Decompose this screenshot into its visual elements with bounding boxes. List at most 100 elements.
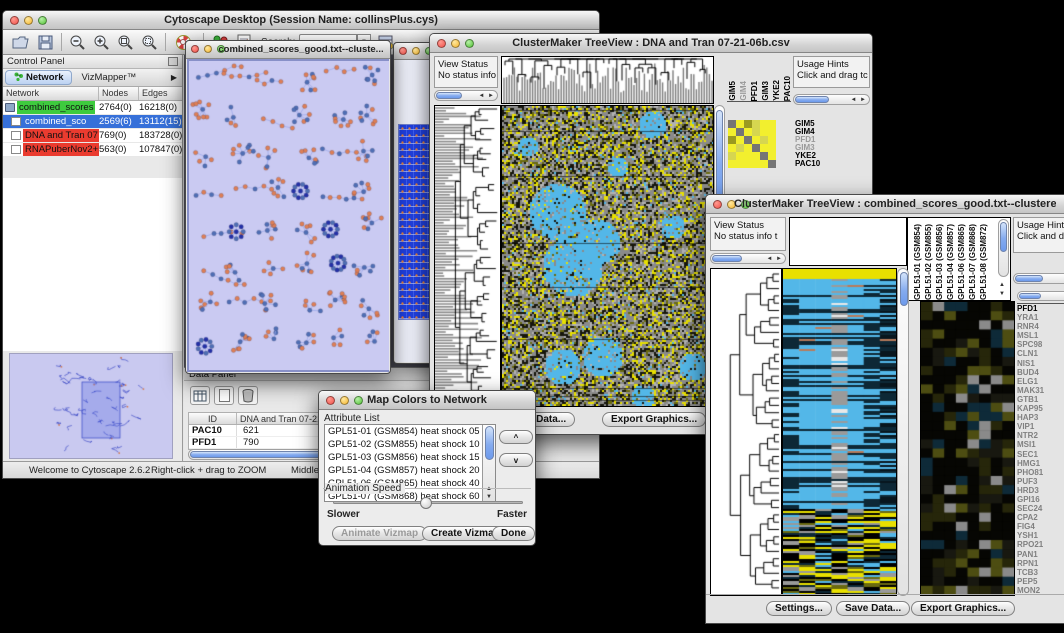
tv2-gene-label: GTB1	[1017, 395, 1064, 404]
tv2-column-label: GPL51-01 (GSM854)	[914, 224, 922, 300]
select-attributes-icon[interactable]	[190, 386, 210, 405]
matrix-cell	[728, 136, 736, 144]
animate-vizmap-button[interactable]: Animate Vizmap	[332, 526, 427, 541]
file-icon	[11, 117, 21, 126]
network-row[interactable]: RNAPuberNov2+|563(0)107847(0)	[3, 143, 182, 157]
tv2-column-dendrogram[interactable]	[789, 217, 907, 266]
tv2-heatmap-vscrollbar[interactable]	[897, 268, 909, 596]
tab-vizmapper[interactable]: VizMapper™	[72, 72, 145, 83]
close-icon[interactable]	[399, 47, 407, 55]
save-icon[interactable]	[35, 33, 55, 51]
map-dialog-title: Map Colors to Network	[319, 394, 535, 406]
matrix-cell	[736, 128, 744, 136]
tv2-gene-list: PFD1YRA1RNR4MSL1SPC98CLN1NIS1BUD4ELG1MAK…	[1017, 303, 1064, 596]
desktop: Cytoscape Desktop (Session Name: collins…	[0, 0, 1064, 633]
matrix-cell	[744, 152, 752, 160]
tv2-gene-label: PEP5	[1017, 577, 1064, 586]
delete-attribute-icon[interactable]	[238, 386, 258, 405]
attribute-list-scrollbar[interactable]: ▲ ▼	[482, 425, 495, 501]
network-overview-panel[interactable]	[9, 353, 173, 459]
tv2-zoom-heatmap[interactable]	[920, 301, 1015, 596]
animation-speed-slider[interactable]	[333, 501, 523, 504]
tv2-gene-label: YRA1	[1017, 313, 1064, 322]
tv2-heatmap[interactable]	[782, 268, 897, 596]
tab-network[interactable]: Network	[5, 70, 72, 85]
tv2-genelist-hscrollbar[interactable]	[1017, 291, 1064, 301]
tv1-export-graphics-button[interactable]: Export Graphics...	[602, 412, 706, 427]
minimize-icon[interactable]	[412, 47, 420, 55]
status-hint-zoom: Right-click + drag to ZOOM	[151, 465, 266, 476]
network-tab-icon	[14, 72, 23, 84]
tv1-usage-scrollbar[interactable]: ◄ ►	[793, 94, 870, 105]
matrix-cell	[728, 128, 736, 136]
tv2-gene-label: RPN1	[1017, 559, 1064, 568]
file-icon	[11, 145, 21, 154]
tv2-save-data-button[interactable]: Save Data...	[836, 601, 910, 616]
zoom-out-icon[interactable]	[67, 33, 87, 51]
attribute-list-item[interactable]: GPL51-03 (GSM856) heat shock 15 min	[325, 451, 482, 464]
matrix-cell	[760, 136, 768, 144]
tv1-usage-hints: Usage Hints Click and drag tc	[793, 56, 870, 88]
tv1-status-scrollbar[interactable]: ◄ ►	[434, 90, 498, 101]
tv1-heatmap[interactable]	[501, 105, 714, 407]
tv2-settings-button[interactable]: Settings...	[766, 601, 832, 616]
treeview1-title: ClusterMaker TreeView : DNA and Tran 07-…	[430, 37, 872, 49]
zoom-in-icon[interactable]	[91, 33, 111, 51]
tv2-column-label: GPL51-08 (GSM872)	[980, 224, 988, 300]
move-up-button[interactable]: ^	[499, 430, 533, 444]
float-panel-icon[interactable]	[168, 57, 178, 66]
tv2-column-label: GPL51-06 (GSM865)	[958, 224, 966, 300]
tv2-gene-label: BUD4	[1017, 368, 1064, 377]
control-panel-title: Control Panel	[7, 56, 65, 67]
tv2-gene-label: PHO81	[1017, 468, 1064, 477]
new-attribute-icon[interactable]	[214, 386, 234, 405]
move-down-button[interactable]: v	[499, 453, 533, 467]
tab-overflow-icon[interactable]: ▶	[171, 73, 180, 82]
tv1-detail-matrix[interactable]	[728, 120, 776, 168]
open-folder-icon[interactable]	[11, 33, 31, 51]
tv2-status-scrollbar[interactable]: ◄ ►	[710, 253, 786, 264]
tv2-gene-label: MSL1	[1017, 331, 1064, 340]
close-icon[interactable]	[713, 200, 722, 209]
tv2-gene-label: PFD1	[1017, 304, 1064, 313]
close-icon[interactable]	[191, 45, 199, 53]
main-titlebar[interactable]: Cytoscape Desktop (Session Name: collins…	[3, 11, 599, 30]
done-button[interactable]: Done	[492, 526, 535, 541]
minimize-icon[interactable]	[204, 45, 212, 53]
tv2-gene-label: SPC98	[1017, 340, 1064, 349]
data-col-id[interactable]: ID	[189, 413, 237, 424]
tv2-gene-label: HRD3	[1017, 486, 1064, 495]
matrix-cell	[728, 120, 736, 128]
zoom-fit-icon[interactable]	[139, 33, 159, 51]
attribute-list-item[interactable]: GPL51-04 (GSM857) heat shock 20 min	[325, 464, 482, 477]
network-row[interactable]: combined_sco2569(6)13112(15)	[3, 115, 182, 129]
tv2-row-dendrogram[interactable]	[710, 268, 782, 596]
tv2-gene-label: CLN1	[1017, 349, 1064, 358]
tv2-gene-label: VIP1	[1017, 422, 1064, 431]
network-row[interactable]: DNA and Tran 07769(0)183728(0)	[3, 129, 182, 143]
tv2-gene-label: CPA2	[1017, 513, 1064, 522]
tv1-column-dendrogram[interactable]	[501, 56, 714, 104]
tv1-gene-label: PAC10	[795, 160, 845, 168]
slider-thumb[interactable]	[420, 497, 432, 509]
tv2-labels-vscrollbar[interactable]	[998, 219, 1009, 277]
tv1-column-label: YKE2	[773, 80, 781, 101]
tv1-row-dendrogram[interactable]	[434, 105, 501, 407]
matrix-cell	[736, 152, 744, 160]
tv1-column-label: GIM4	[740, 81, 748, 101]
col-nodes[interactable]: Nodes	[99, 87, 139, 100]
matrix-cell	[736, 136, 744, 144]
zoom-selected-icon[interactable]	[115, 33, 135, 51]
col-network[interactable]: Network	[3, 87, 99, 100]
matrix-cell	[752, 120, 760, 128]
matrix-cell	[744, 136, 752, 144]
col-edges[interactable]: Edges	[139, 87, 182, 100]
network-canvas[interactable]	[189, 61, 389, 370]
tv2-export-graphics-button[interactable]: Export Graphics...	[911, 601, 1015, 616]
attribute-list-item[interactable]: GPL51-02 (GSM855) heat shock 10 min	[325, 438, 482, 451]
tv2-gene-label: RNR4	[1017, 322, 1064, 331]
tv2-usage-scrollbar[interactable]	[1013, 273, 1064, 284]
attribute-list-item[interactable]: GPL51-01 (GSM854) heat shock 05 min	[325, 425, 482, 438]
network-row[interactable]: combined_scores2764(0)16218(0)	[3, 101, 182, 115]
tv1-column-label: PAC10	[784, 76, 791, 101]
